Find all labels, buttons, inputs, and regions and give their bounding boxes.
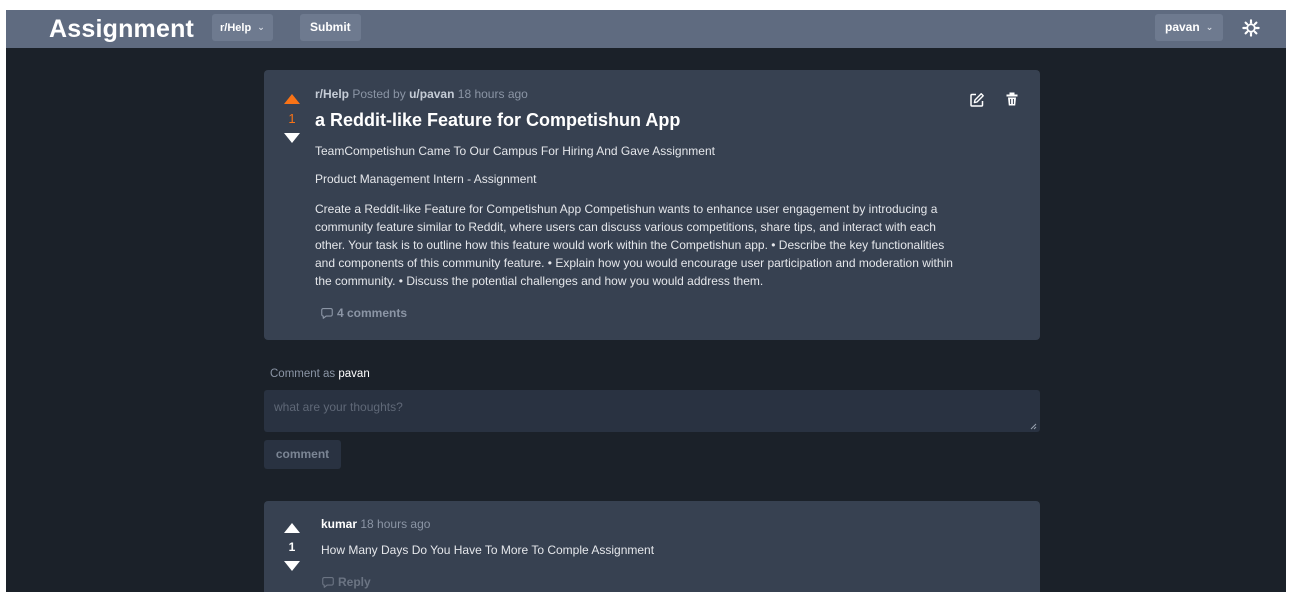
comment-time: 18 hours ago bbox=[360, 517, 431, 531]
comment-body: How Many Days Do You Have To More To Com… bbox=[321, 543, 655, 557]
comment-meta: kumar 18 hours ago bbox=[321, 517, 430, 531]
post-vote-column: 1 bbox=[277, 94, 307, 143]
comment-as-username[interactable]: pavan bbox=[338, 368, 369, 380]
post-body: Create a Reddit-like Feature for Competi… bbox=[315, 202, 953, 288]
user-menu-button[interactable]: pavan ⌄ bbox=[1155, 14, 1224, 41]
comment-icon bbox=[322, 576, 334, 588]
comment-vote-count: 1 bbox=[288, 540, 296, 554]
subreddit-selector[interactable]: r/Help ⌄ bbox=[212, 14, 273, 41]
post-line-1: TeamCompetishun Came To Our Campus For H… bbox=[315, 144, 715, 158]
chevron-down-icon: ⌄ bbox=[257, 22, 265, 32]
upvote-icon[interactable] bbox=[284, 523, 300, 533]
edit-icon[interactable] bbox=[969, 92, 985, 108]
post-author-link[interactable]: u/pavan bbox=[409, 87, 454, 101]
post-time: 18 hours ago bbox=[457, 87, 528, 101]
post-title[interactable]: a Reddit-like Feature for Competishun Ap… bbox=[315, 110, 680, 131]
downvote-icon[interactable] bbox=[284, 133, 300, 143]
comment-card: 1 kumar 18 hours ago How Many Days Do Yo… bbox=[264, 501, 1040, 592]
downvote-icon[interactable] bbox=[284, 561, 300, 571]
posted-by-text: Posted by bbox=[352, 87, 406, 101]
post-card: 1 r/Help Posted by u/pavan 18 hours ago … bbox=[264, 70, 1040, 340]
comment-submit-button[interactable]: comment bbox=[264, 440, 341, 469]
comment-author-link[interactable]: kumar bbox=[321, 517, 357, 531]
comment-vote-column: 1 bbox=[277, 523, 307, 571]
upvote-icon[interactable] bbox=[284, 94, 300, 104]
subreddit-selector-label: r/Help bbox=[220, 22, 252, 34]
comment-as-label: Comment as pavan bbox=[270, 368, 370, 380]
top-navbar: Assignment r/Help ⌄ Submit pavan ⌄ bbox=[6, 10, 1286, 48]
trash-icon[interactable] bbox=[1004, 91, 1020, 107]
gear-icon[interactable] bbox=[1242, 19, 1260, 37]
comment-reply-label: Reply bbox=[338, 575, 371, 589]
post-vote-count: 1 bbox=[288, 111, 296, 126]
comment-icon bbox=[321, 307, 333, 319]
comment-as-prefix: Comment as bbox=[270, 368, 336, 380]
comment-textarea[interactable] bbox=[264, 390, 1040, 432]
submit-button[interactable]: Submit bbox=[300, 14, 361, 41]
brand-title[interactable]: Assignment bbox=[49, 15, 194, 44]
post-comments-count: 4 comments bbox=[337, 306, 408, 320]
post-comments-link[interactable]: 4 comments bbox=[321, 306, 407, 320]
comment-reply-button[interactable]: Reply bbox=[322, 575, 371, 589]
app-window: Assignment r/Help ⌄ Submit pavan ⌄ 1 r/H… bbox=[6, 10, 1286, 592]
post-meta: r/Help Posted by u/pavan 18 hours ago bbox=[315, 87, 528, 101]
chevron-down-icon: ⌄ bbox=[1205, 22, 1214, 32]
resize-handle-icon[interactable] bbox=[1029, 422, 1037, 430]
user-menu-label: pavan bbox=[1165, 20, 1200, 34]
post-line-2: Product Management Intern - Assignment bbox=[315, 172, 537, 186]
post-subreddit-link[interactable]: r/Help bbox=[315, 87, 349, 101]
